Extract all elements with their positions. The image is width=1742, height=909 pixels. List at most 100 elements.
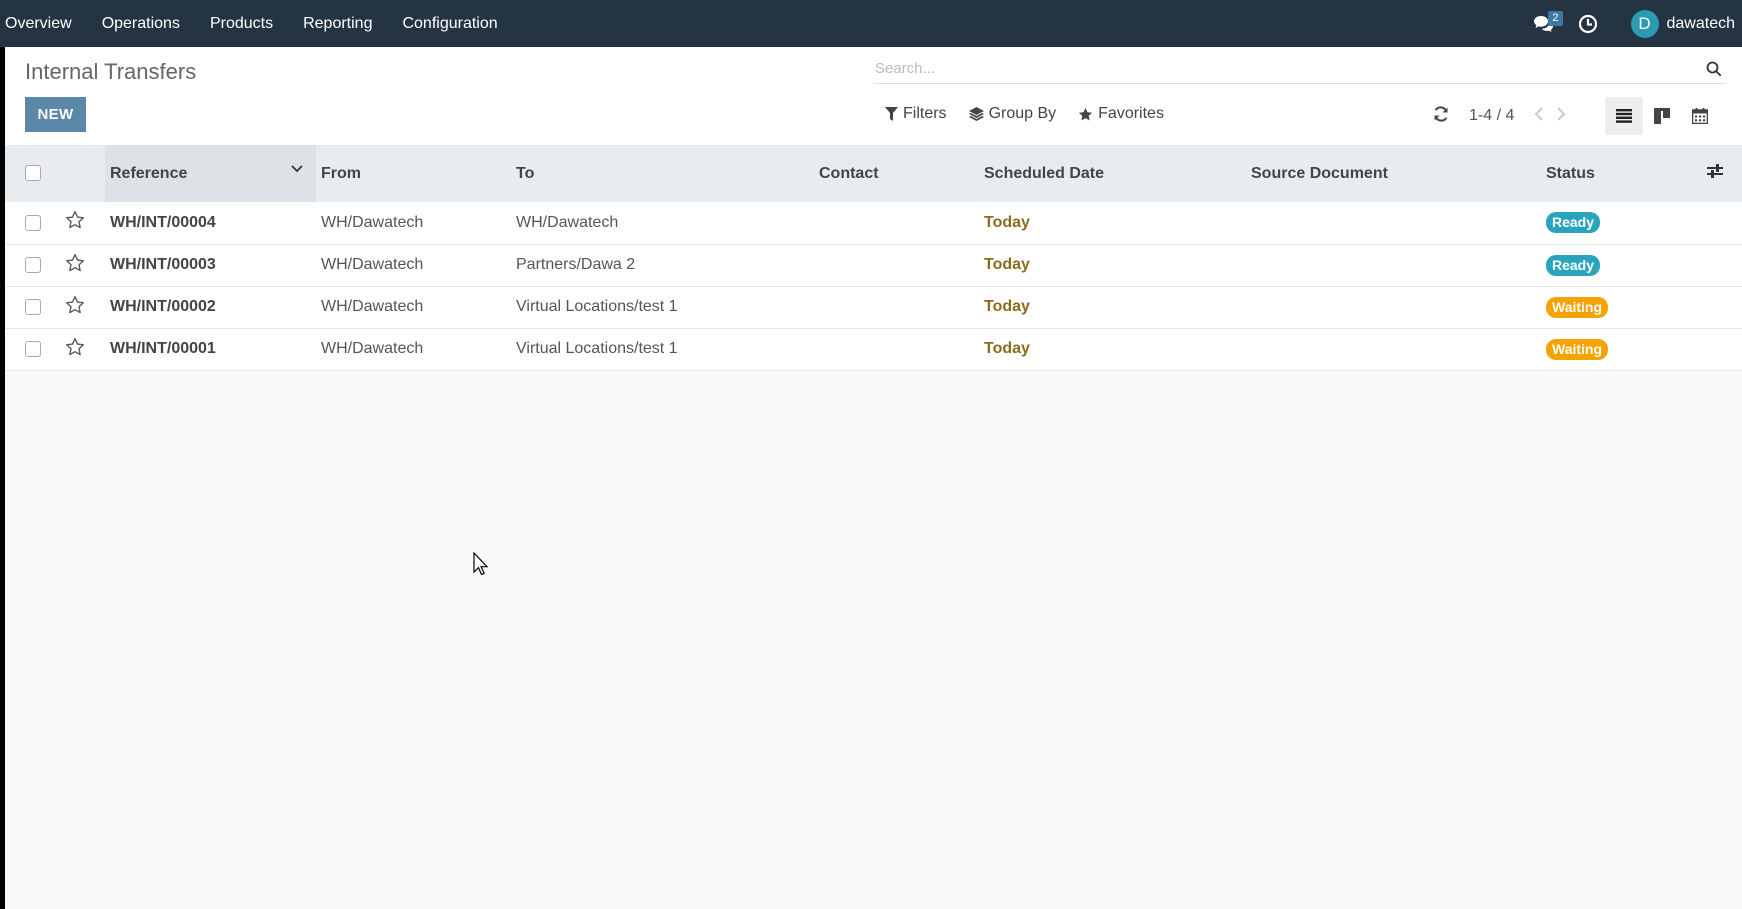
- favorite-toggle[interactable]: [65, 337, 85, 362]
- refresh-icon: [1434, 105, 1448, 122]
- cell-reference: WH/INT/00001: [110, 340, 216, 357]
- view-switcher: [1605, 97, 1719, 135]
- column-header-reference[interactable]: Reference: [105, 145, 316, 202]
- column-header-scheduled-date[interactable]: Scheduled Date: [979, 145, 1246, 202]
- menu-products[interactable]: Products: [195, 0, 288, 47]
- row-favorite-cell: [60, 328, 105, 370]
- calendar-icon: [1692, 108, 1708, 124]
- menu-overview[interactable]: Overview: [0, 0, 87, 47]
- clock-icon: [1578, 14, 1597, 33]
- new-button[interactable]: NEW: [25, 97, 86, 132]
- cell-contact: [814, 202, 979, 244]
- row-extra-cell: [1702, 328, 1742, 370]
- row-checkbox[interactable]: [25, 256, 41, 273]
- pager: 1-4 / 4: [1433, 101, 1566, 131]
- column-header-from[interactable]: From: [316, 145, 511, 202]
- star-filled-icon: [1079, 107, 1093, 120]
- row-checkbox[interactable]: [25, 298, 41, 315]
- table-row[interactable]: WH/INT/00003 WH/Dawatech Partners/Dawa 2 To…: [5, 244, 1742, 286]
- cell-status: Waiting: [1541, 328, 1702, 370]
- cell-source-document: [1246, 286, 1541, 328]
- row-extra-cell: [1702, 244, 1742, 286]
- optional-columns-toggle[interactable]: [1702, 145, 1742, 202]
- row-checkbox[interactable]: [25, 340, 41, 357]
- cell-reference: WH/INT/00003: [110, 256, 216, 273]
- top-navbar: Overview Operations Products Reporting C…: [0, 0, 1742, 47]
- cell-status: Ready: [1541, 202, 1702, 244]
- pager-next-button[interactable]: [1556, 106, 1566, 126]
- kanban-icon: [1654, 108, 1670, 124]
- cell-scheduled-date: Today: [984, 213, 1030, 231]
- chevron-right-icon: [1557, 106, 1566, 121]
- filters-label: Filters: [903, 105, 947, 122]
- pager-value[interactable]: 1-4 / 4: [1469, 107, 1514, 125]
- sliders-icon: [1707, 164, 1723, 178]
- search-input[interactable]: [873, 60, 1702, 77]
- table-row[interactable]: WH/INT/00004 WH/Dawatech WH/Dawatech Today R…: [5, 202, 1742, 244]
- column-header-source-document[interactable]: Source Document: [1246, 145, 1541, 202]
- cell-from: WH/Dawatech: [321, 340, 424, 357]
- table-row[interactable]: WH/INT/00001 WH/Dawatech Virtual Locations…: [5, 328, 1742, 370]
- group-by-label: Group By: [988, 105, 1057, 122]
- row-favorite-cell: [60, 286, 105, 328]
- calendar-view-button[interactable]: [1681, 97, 1719, 135]
- refresh-button[interactable]: [1433, 105, 1449, 127]
- table-row[interactable]: WH/INT/00002 WH/Dawatech Virtual Locations…: [5, 286, 1742, 328]
- layers-icon: [968, 106, 984, 121]
- user-menu[interactable]: D dawatech: [1630, 9, 1736, 38]
- row-select-cell: [5, 328, 60, 370]
- cell-source-document: [1246, 202, 1541, 244]
- user-name: dawatech: [1666, 14, 1736, 32]
- favorites-label: Favorites: [1098, 105, 1164, 122]
- favorite-toggle[interactable]: [65, 253, 85, 278]
- cell-from: WH/Dawatech: [321, 298, 424, 315]
- filters-button[interactable]: Filters: [885, 105, 947, 123]
- favorites-button[interactable]: Favorites: [1078, 105, 1164, 123]
- favorite-column-header: [60, 145, 105, 202]
- search-button[interactable]: [1702, 57, 1726, 81]
- row-favorite-cell: [60, 244, 105, 286]
- cell-to: WH/Dawatech: [516, 213, 619, 231]
- chevron-down-icon: [291, 164, 303, 172]
- status-badge: Waiting: [1546, 338, 1609, 360]
- menu-operations[interactable]: Operations: [87, 0, 195, 47]
- status-badge: Waiting: [1546, 296, 1609, 318]
- star-outline-icon: [66, 211, 85, 229]
- menu-reporting[interactable]: Reporting: [288, 0, 387, 47]
- menu-configuration[interactable]: Configuration: [387, 0, 512, 47]
- select-all-checkbox[interactable]: [25, 165, 41, 182]
- cell-reference: WH/INT/00004: [110, 213, 216, 231]
- favorite-toggle[interactable]: [65, 295, 85, 320]
- cell-from: WH/Dawatech: [321, 256, 424, 273]
- row-select-cell: [5, 244, 60, 286]
- cell-reference: WH/INT/00002: [110, 298, 216, 315]
- transfers-table: Reference From To Contact Scheduled Date…: [5, 145, 1742, 371]
- cell-status: Waiting: [1541, 286, 1702, 328]
- row-checkbox[interactable]: [25, 214, 41, 231]
- cell-scheduled-date: Today: [984, 298, 1030, 315]
- cell-to: Virtual Locations/test 1: [516, 340, 678, 357]
- cell-scheduled-date: Today: [984, 256, 1030, 273]
- star-outline-icon: [66, 337, 85, 355]
- kanban-view-button[interactable]: [1643, 97, 1681, 135]
- cell-source-document: [1246, 244, 1541, 286]
- activities-button[interactable]: [1573, 9, 1603, 39]
- group-by-button[interactable]: Group By: [968, 105, 1057, 123]
- control-panel: Internal Transfers NEW Filters: [5, 47, 1742, 145]
- cell-contact: [814, 244, 979, 286]
- list-view-button[interactable]: [1605, 97, 1643, 135]
- table-header-row: Reference From To Contact Scheduled Date…: [5, 145, 1742, 202]
- navbar-systray: 2 D dawatech: [1529, 0, 1736, 47]
- favorite-toggle[interactable]: [65, 210, 85, 235]
- column-header-status[interactable]: Status: [1541, 145, 1702, 202]
- column-header-to[interactable]: To: [511, 145, 814, 202]
- transfers-list: Reference From To Contact Scheduled Date…: [5, 145, 1742, 371]
- main-menu: Overview Operations Products Reporting C…: [0, 0, 513, 47]
- column-header-contact[interactable]: Contact: [814, 145, 979, 202]
- messages-button[interactable]: 2: [1529, 9, 1563, 39]
- cell-status: Ready: [1541, 244, 1702, 286]
- search-options: Filters Group By Favorites: [885, 105, 1164, 123]
- mouse-cursor-icon: [473, 552, 489, 576]
- pager-previous-button[interactable]: [1534, 106, 1544, 126]
- cell-from: WH/Dawatech: [321, 213, 424, 231]
